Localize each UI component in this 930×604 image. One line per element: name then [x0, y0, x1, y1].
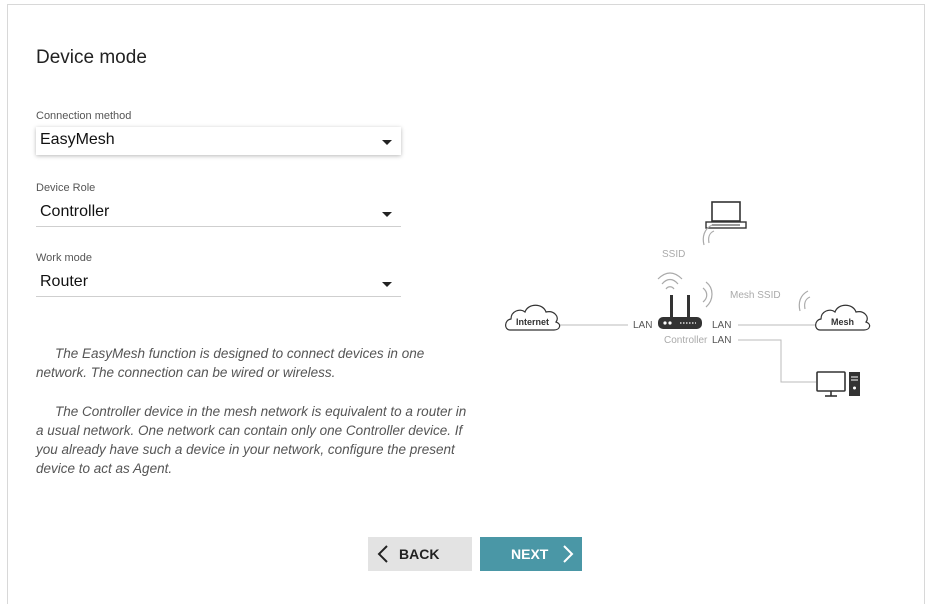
controller-label: Controller	[664, 335, 708, 346]
work-mode-select[interactable]: Router	[36, 269, 401, 297]
description-paragraph-2: The Controller device in the mesh networ…	[36, 404, 467, 476]
mesh-ssid-label: Mesh SSID	[730, 290, 781, 301]
desktop-computer-icon	[816, 371, 860, 397]
connection-method-field: Connection method EasyMesh	[36, 110, 401, 155]
device-role-field: Device Role Controller	[36, 182, 401, 227]
internet-cloud-icon	[505, 304, 561, 331]
lan-right-label: LAN	[712, 320, 732, 331]
description-paragraph-1: The EasyMesh function is designed to con…	[36, 346, 425, 380]
mesh-signal-icon	[798, 290, 811, 312]
chevron-left-icon	[377, 545, 388, 563]
lan-left-label: LAN	[633, 320, 653, 331]
connection-method-select[interactable]: EasyMesh	[36, 127, 401, 155]
work-mode-field: Work mode Router	[36, 252, 401, 297]
router-icon	[658, 295, 702, 329]
router-wifi-icon	[657, 272, 683, 290]
device-role-value: Controller	[40, 203, 110, 220]
next-button-label: NEXT	[511, 546, 549, 562]
device-role-select[interactable]: Controller	[36, 199, 401, 227]
work-mode-label: Work mode	[36, 252, 93, 264]
back-button-label: BACK	[399, 546, 440, 562]
ssid-label: SSID	[662, 249, 686, 260]
next-button[interactable]: NEXT	[480, 537, 582, 571]
work-mode-value: Router	[40, 273, 89, 290]
network-diagram: Internet Mesh SSID Mesh SSID LAN LAN Con…	[498, 185, 878, 405]
chevron-right-icon	[563, 545, 574, 563]
wizard-panel: Device mode Connection method EasyMesh D…	[7, 4, 925, 604]
connection-method-label: Connection method	[36, 110, 132, 122]
mesh-cloud-icon	[815, 304, 871, 331]
page-title: Device mode	[36, 47, 147, 68]
back-button[interactable]: BACK	[368, 537, 472, 571]
chevron-down-icon	[382, 140, 392, 145]
connection-method-value: EasyMesh	[40, 131, 115, 148]
chevron-down-icon	[382, 282, 392, 287]
mesh-wifi-icon	[702, 281, 713, 308]
device-role-label: Device Role	[36, 182, 96, 194]
chevron-down-icon	[382, 212, 392, 217]
mesh-label: Mesh	[831, 317, 855, 327]
internet-label: Internet	[516, 317, 550, 327]
lan-bottom-label: LAN	[712, 335, 732, 346]
wifi-signal-icon	[702, 224, 715, 246]
